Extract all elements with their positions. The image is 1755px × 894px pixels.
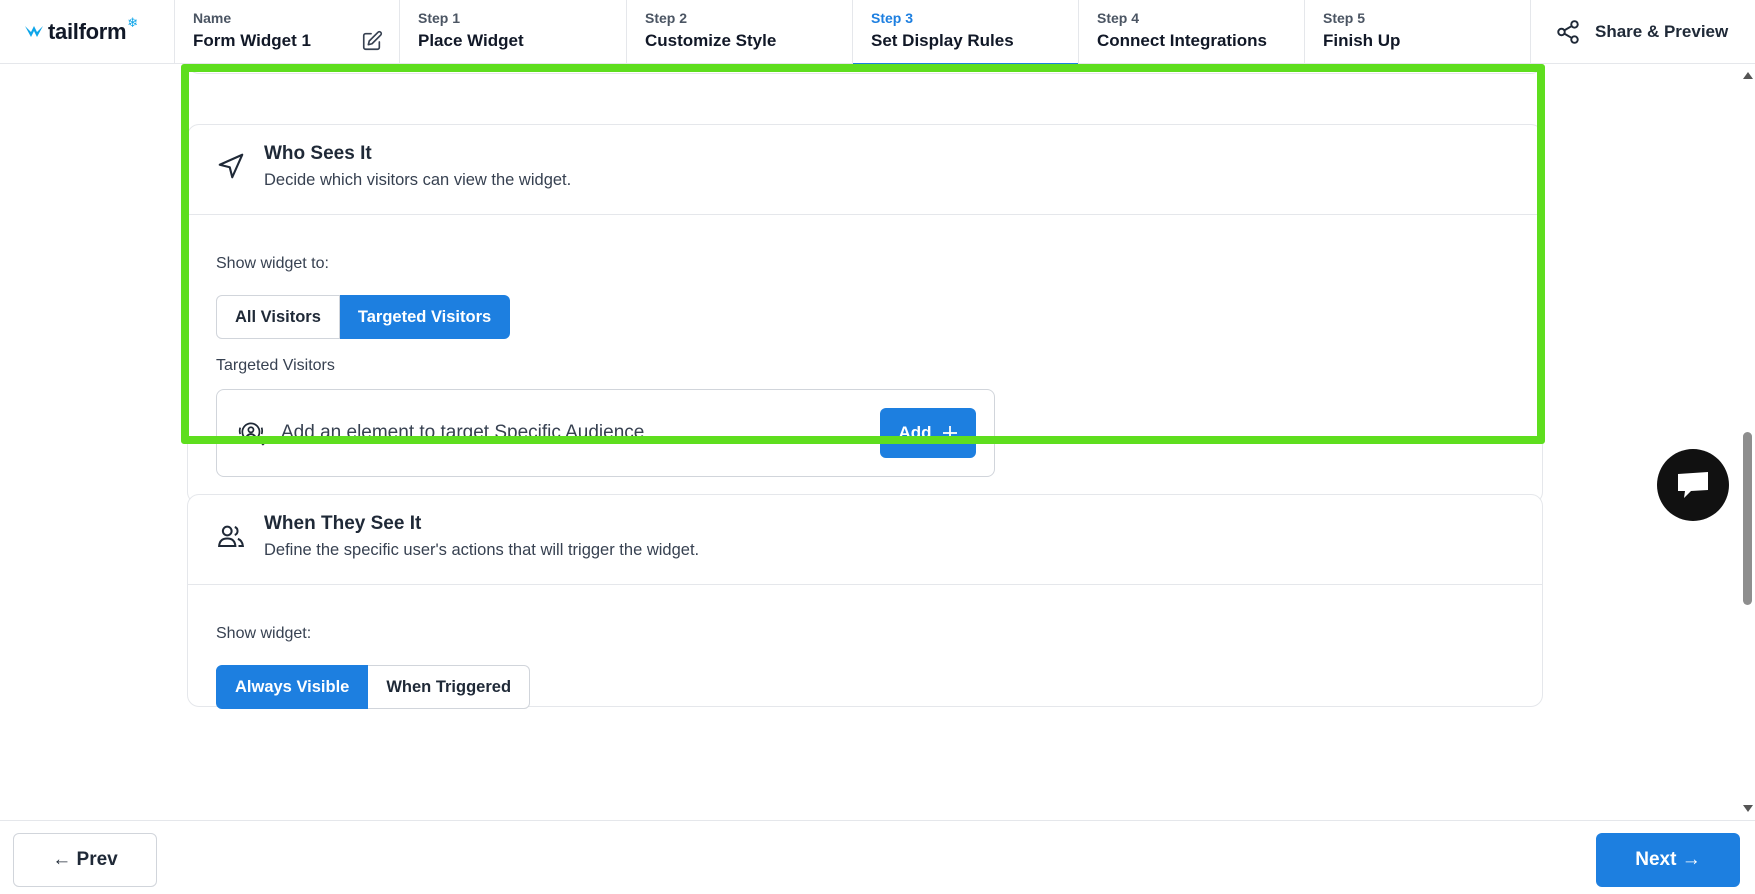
brand-name: tailform (48, 19, 127, 44)
step-key: Step 4 (1097, 10, 1140, 26)
share-preview-button[interactable]: Share & Preview (1531, 0, 1755, 63)
card-body: Show widget to: All Visitors Targeted Vi… (188, 215, 1542, 477)
chat-bubble-icon (1678, 472, 1708, 498)
chat-launcher-button[interactable] (1657, 449, 1729, 521)
share-preview-label: Share & Preview (1595, 21, 1729, 41)
scroll-down-arrow-icon[interactable] (1743, 805, 1753, 812)
targeted-visitors-label: Targeted Visitors (216, 357, 335, 374)
tab-step-2[interactable]: Step 2 Customize Style (627, 0, 853, 64)
card-header: When They See It Define the specific use… (188, 495, 1542, 585)
show-widget-to-label: Show widget to: (216, 255, 329, 272)
main-content: Who Sees It Decide which visitors can vi… (0, 64, 1740, 820)
tab-step-1[interactable]: Step 1 Place Widget (400, 0, 627, 64)
previous-card-bottom (187, 64, 1543, 74)
step-key: Step 5 (1323, 10, 1366, 26)
send-arrow-icon (218, 153, 244, 179)
footer-bar: ← Prev Next → (0, 820, 1755, 894)
tailform-bird-icon (25, 26, 43, 37)
when-they-see-it-card: When They See It Define the specific use… (187, 494, 1543, 709)
who-sees-it-card: Who Sees It Decide which visitors can vi… (187, 124, 1543, 504)
edit-icon[interactable] (361, 30, 383, 52)
target-prompt-text: Add an element to target Specific Audien… (281, 422, 645, 443)
share-icon (1557, 19, 1579, 44)
audience-search-icon (238, 422, 265, 446)
step-key: Step 2 (645, 10, 688, 26)
step-key: Step 1 (418, 10, 461, 26)
card-body: Show widget: Always Visible When Trigger… (188, 585, 1542, 709)
show-widget-label: Show widget: (216, 625, 312, 642)
audience-toggle: All Visitors Targeted Visitors (216, 295, 511, 339)
tab-step-3[interactable]: Step 3 Set Display Rules (853, 0, 1079, 65)
step-label: Connect Integrations (1097, 31, 1268, 50)
section-title: Who Sees It (264, 143, 372, 164)
step-label: Customize Style (645, 31, 777, 50)
plus-icon (942, 426, 957, 440)
users-icon (218, 525, 244, 547)
top-navigation-bar: tailform ❄ Name Form Widget 1 Step 1 Pla… (0, 0, 1755, 65)
next-button[interactable]: Next → (1596, 833, 1740, 887)
vertical-scrollbar[interactable] (1740, 64, 1755, 820)
prev-button[interactable]: ← Prev (13, 833, 157, 887)
add-target-button[interactable]: Add (880, 408, 976, 458)
targeted-visitors-option[interactable]: Targeted Visitors (339, 295, 511, 339)
visibility-toggle: Always Visible When Triggered (216, 665, 531, 709)
all-visitors-option[interactable]: All Visitors (216, 295, 340, 339)
when-triggered-option[interactable]: When Triggered (368, 665, 531, 709)
step-key: Step 3 (871, 10, 914, 26)
step-label: Finish Up (1323, 31, 1401, 50)
tab-step-5[interactable]: Step 5 Finish Up (1305, 0, 1531, 64)
step-label: Place Widget (418, 31, 524, 50)
section-subtitle: Define the specific user's actions that … (264, 541, 700, 559)
widget-name-key: Name (193, 10, 232, 26)
widget-name-value: Form Widget 1 (193, 31, 311, 50)
always-visible-option[interactable]: Always Visible (216, 665, 369, 709)
tab-step-4[interactable]: Step 4 Connect Integrations (1079, 0, 1305, 64)
scrollbar-thumb[interactable] (1743, 432, 1752, 605)
target-audience-box: Add an element to target Specific Audien… (216, 389, 995, 477)
section-title: When They See It (264, 513, 422, 534)
step-label: Set Display Rules (871, 31, 1014, 50)
brand-sparkle-icon: ❄ (127, 15, 138, 30)
add-label: Add (898, 423, 932, 442)
tailform-logo[interactable]: tailform ❄ (0, 0, 175, 64)
scroll-up-arrow-icon[interactable] (1743, 72, 1753, 79)
card-header: Who Sees It Decide which visitors can vi… (188, 125, 1542, 215)
widget-name-field[interactable]: Name Form Widget 1 (175, 0, 400, 64)
section-subtitle: Decide which visitors can view the widge… (264, 171, 572, 189)
